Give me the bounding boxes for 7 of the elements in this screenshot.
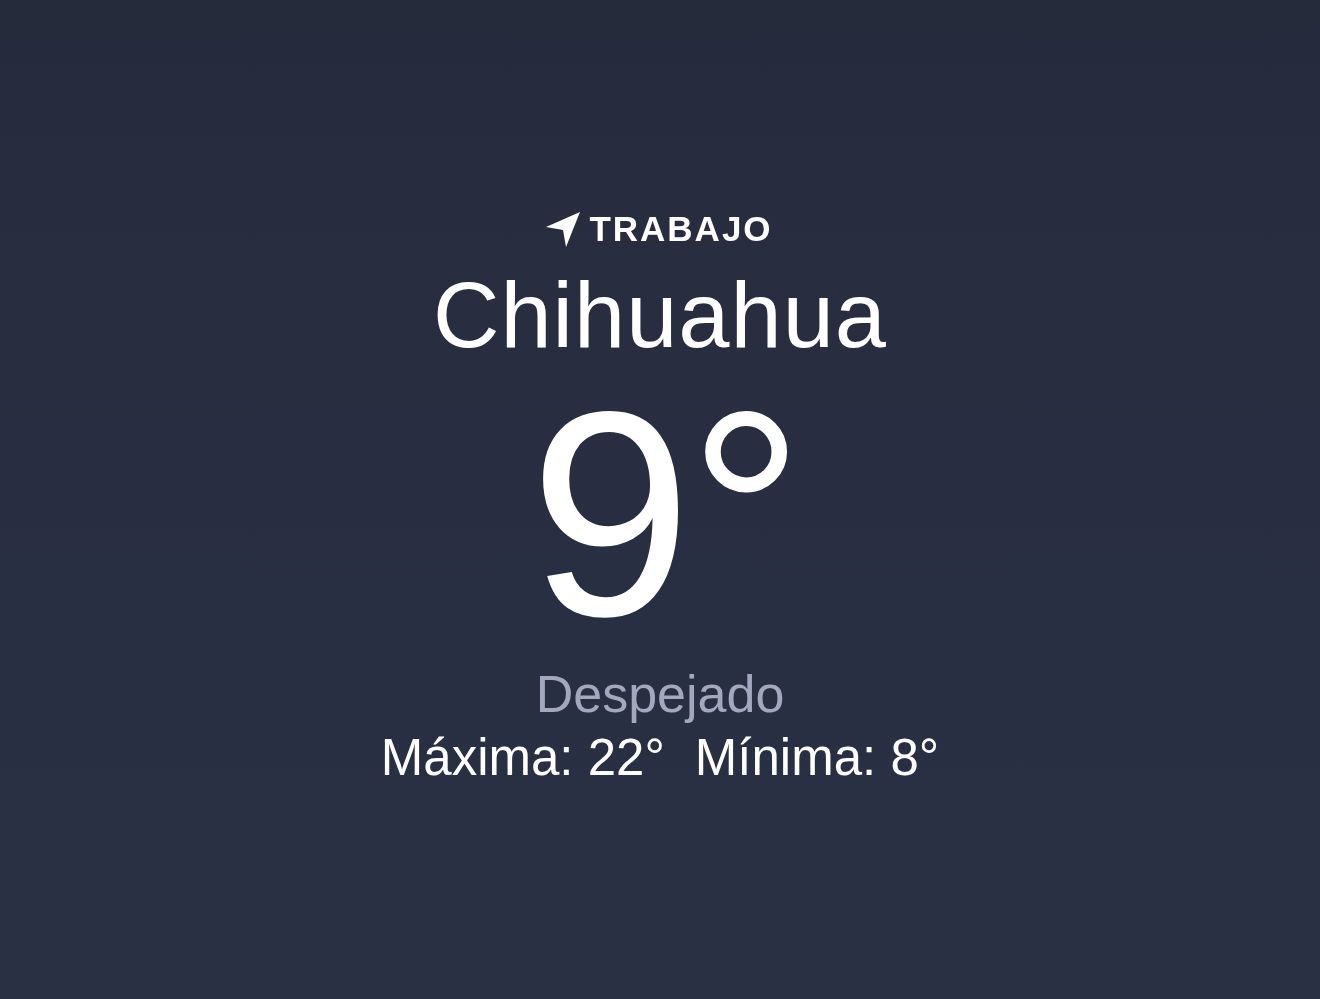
temperature: 9°	[529, 394, 801, 634]
high-temperature: Máxima: 22°	[380, 728, 665, 788]
weather-condition: Despejado	[535, 664, 785, 724]
location-arrow-icon	[545, 211, 582, 247]
location-label: TRABAJO	[589, 208, 773, 250]
city-name: Chihuahua	[432, 263, 887, 368]
low-temperature: Mínima: 8°	[694, 728, 940, 788]
